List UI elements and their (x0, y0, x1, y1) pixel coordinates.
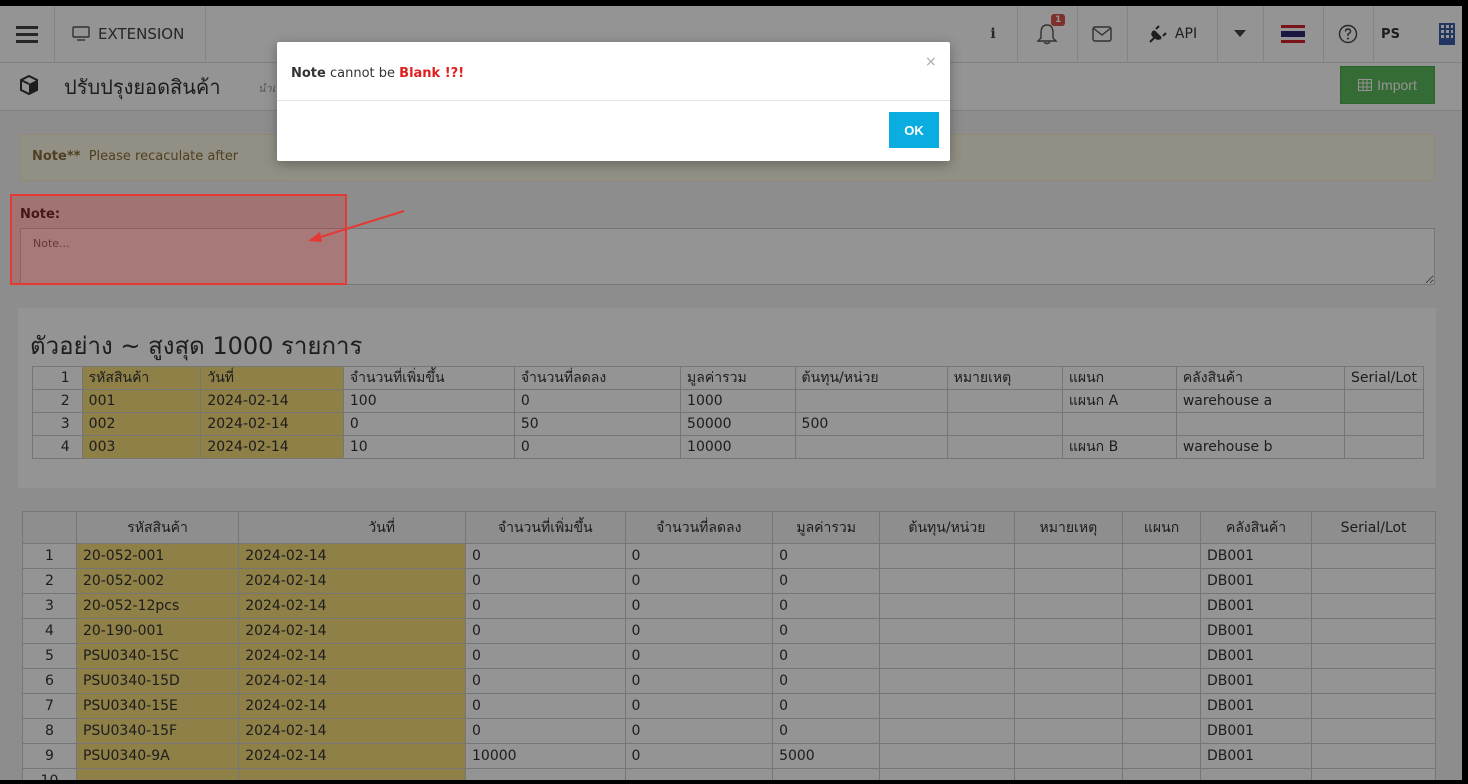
close-icon[interactable]: × (925, 54, 937, 70)
dialog-header: Note cannot be Blank !?! × (277, 42, 950, 101)
annotation-arrow-icon (308, 210, 405, 242)
alert-dialog: Note cannot be Blank !?! × OK (277, 42, 950, 161)
dialog-message: Note cannot be Blank !?! (291, 66, 464, 81)
dialog-word-middle: cannot be (329, 66, 396, 81)
dialog-word-blank: Blank !?! (399, 66, 465, 81)
app-frame: EXTENSION i 1 API PS ปรับปรุงยอดสินค้า น… (0, 6, 1462, 780)
annotation-highlight-box (10, 194, 347, 285)
dialog-word-note: Note (291, 66, 326, 81)
ok-button[interactable]: OK (889, 112, 939, 148)
